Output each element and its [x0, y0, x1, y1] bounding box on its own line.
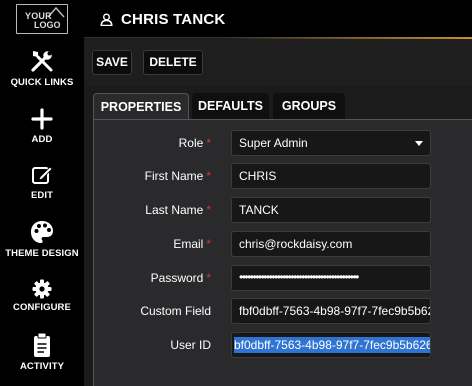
chevron-down-icon — [415, 141, 423, 146]
role-value: Super Admin — [239, 136, 308, 150]
page-header: CHRIS TANCK — [84, 0, 472, 39]
last-name-label: Last Name * — [145, 203, 211, 217]
sidebar-item-theme-design[interactable]: THEME DESIGN — [0, 219, 84, 259]
form-row-password: Password * ••••••••••••••••••••••••••••••… — [93, 265, 472, 291]
sidebar-item-label: QUICK LINKS — [10, 77, 74, 88]
email-field[interactable]: chris@rockdaisy.com — [231, 231, 431, 257]
tab-properties[interactable]: PROPERTIES — [93, 93, 189, 120]
sidebar-item-quick-links[interactable]: QUICK LINKS — [0, 48, 84, 88]
user-id-selected-text: bf0dbff-7563-4b98-97f7-7fec9b5b6267 — [234, 337, 430, 353]
clipboard-icon — [34, 332, 50, 357]
sidebar-item-label: ADD — [31, 134, 53, 145]
sidebar-item-edit[interactable]: EDIT — [0, 163, 84, 201]
delete-button[interactable]: DELETE — [143, 50, 203, 75]
form-row-custom-field: Custom Field fbf0dbff-7563-4b98-97f7-7fe… — [93, 298, 472, 324]
logo[interactable]: YOUR LOGO — [16, 4, 68, 34]
sidebar-item-add[interactable]: ADD — [0, 107, 84, 145]
plus-icon — [31, 108, 53, 130]
password-field[interactable]: ••••••••••••••••••••••••••••••••••••••••… — [231, 265, 431, 291]
form-row-user-id: User ID bf0dbff-7563-4b98-97f7-7fec9b5b6… — [93, 332, 472, 358]
sidebar-item-label: THEME DESIGN — [5, 248, 79, 259]
form-row-email: Email * chris@rockdaisy.com — [93, 231, 472, 257]
page-title: CHRIS TANCK — [121, 11, 226, 28]
required-marker: * — [206, 136, 211, 150]
gear-icon — [32, 279, 52, 299]
required-marker: * — [206, 203, 211, 217]
custom-field-input[interactable]: fbf0dbff-7563-4b98-97f7-7fec9b5b6267 — [231, 298, 431, 324]
first-name-label: First Name * — [144, 169, 211, 183]
required-marker: * — [206, 271, 211, 285]
edit-icon — [32, 166, 53, 184]
sidebar-item-label: EDIT — [30, 190, 54, 201]
sidebar: YOUR LOGO QUICK LINKS ADD EDIT THEME DES… — [0, 0, 84, 386]
tab-defaults[interactable]: DEFAULTS — [192, 93, 269, 120]
user-id-field[interactable]: bf0dbff-7563-4b98-97f7-7fec9b5b6267 — [231, 332, 431, 358]
sidebar-item-label: CONFIGURE — [13, 302, 71, 313]
save-button[interactable]: SAVE — [92, 50, 132, 75]
sidebar-item-configure[interactable]: CONFIGURE — [0, 279, 84, 313]
last-name-field[interactable]: TANCK — [231, 197, 431, 223]
sidebar-item-label: ACTIVITY — [19, 361, 65, 372]
form-row-first-name: First Name * CHRIS — [93, 163, 472, 189]
form-row-role: Role * Super Admin — [93, 130, 472, 156]
email-label: Email * — [173, 237, 211, 251]
custom-field-label: Custom Field — [140, 304, 211, 318]
tools-icon — [31, 51, 53, 72]
first-name-field[interactable]: CHRIS — [231, 163, 431, 189]
toolbar: SAVE DELETE — [84, 39, 472, 86]
user-id-label: User ID — [170, 338, 211, 352]
role-label: Role * — [178, 136, 211, 150]
form-row-last-name: Last Name * TANCK — [93, 197, 472, 223]
tab-groups[interactable]: GROUPS — [273, 93, 345, 120]
palette-icon — [31, 221, 53, 243]
password-label: Password * — [150, 271, 211, 285]
required-marker: * — [206, 169, 211, 183]
required-marker: * — [206, 237, 211, 251]
user-icon — [100, 13, 113, 26]
sidebar-item-activity[interactable]: ACTIVITY — [0, 332, 84, 372]
logo-line2: LOGO — [34, 20, 61, 30]
role-select[interactable]: Super Admin — [231, 130, 431, 156]
